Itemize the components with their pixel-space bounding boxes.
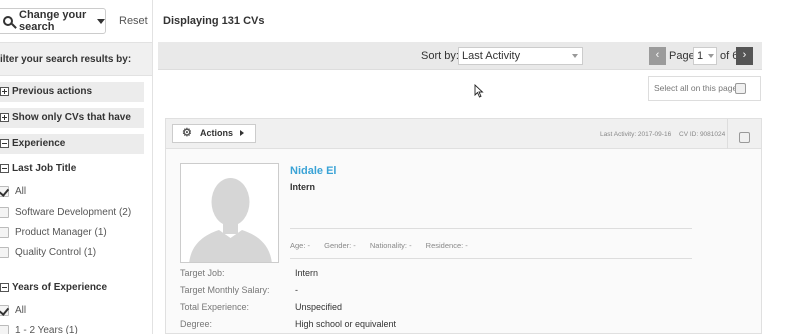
divider (290, 258, 692, 259)
expand-icon (0, 87, 9, 96)
sort-select[interactable]: Last Activity (458, 47, 583, 65)
section-show-only[interactable]: Show only CVs that have (0, 108, 144, 128)
section-label: Show only CVs that have (12, 112, 131, 123)
section-label: Previous actions (12, 86, 93, 97)
sort-by-label: Sort by: (421, 50, 459, 62)
nationality: Nationality: - (369, 241, 412, 250)
option-label: All (15, 305, 27, 316)
subsection-years-of-experience[interactable]: Years of Experience (0, 282, 107, 293)
demographics: Age: - Gender: - Nationality: - Residenc… (290, 241, 480, 250)
field-label-experience: Total Experience: (180, 302, 250, 312)
collapse-icon (0, 164, 9, 173)
residence: Residence: - (425, 241, 468, 250)
reset-link[interactable]: Reset (119, 15, 148, 27)
mouse-cursor-icon (474, 84, 484, 98)
field-label-degree: Degree: (180, 319, 213, 329)
filter-sidebar: ilter your search results by: Previous a… (0, 42, 152, 334)
sidebar-divider (152, 0, 153, 334)
dropdown-arrow-icon (708, 54, 714, 58)
filter-heading: ilter your search results by: (0, 42, 152, 76)
filter-option[interactable]: 1 - 2 Years (1) (0, 325, 78, 334)
avatar (180, 163, 279, 263)
option-label: Quality Control (1) (15, 247, 97, 258)
gender: Gender: - (324, 241, 356, 250)
results-count: Displaying 131 CVs (163, 15, 265, 27)
checkbox[interactable] (0, 325, 9, 334)
age: Age: - (290, 241, 311, 250)
candidate-name-link[interactable]: Nidale El (290, 165, 336, 177)
subsection-label: Last Job Title (12, 163, 77, 174)
change-search-button[interactable]: Change your search (0, 8, 106, 34)
filter-option-all[interactable]: All (0, 186, 26, 197)
prev-page-button[interactable]: ‹ (649, 47, 666, 65)
checkbox[interactable] (0, 305, 9, 316)
field-value-experience: Unspecified (295, 302, 343, 312)
field-value-salary: - (295, 285, 298, 295)
gear-icon: ⚙ (182, 127, 192, 139)
field-label-target-job: Target Job: (180, 268, 225, 278)
dropdown-arrow-icon (572, 54, 578, 58)
page-select[interactable]: 1 (693, 47, 717, 65)
sort-bar: Sort by: Last Activity ‹ Page 1 of 6 › (158, 42, 762, 70)
option-label: All (15, 186, 27, 197)
actions-label: Actions (200, 128, 234, 138)
section-experience[interactable]: Experience (0, 134, 144, 154)
header-divider (727, 119, 728, 149)
filter-option-all[interactable]: All (0, 305, 26, 316)
checkbox[interactable] (0, 227, 9, 238)
sort-value: Last Activity (462, 50, 521, 62)
option-label: Product Manager (1) (15, 227, 107, 238)
page-label: Page (669, 50, 695, 62)
option-label: 1 - 2 Years (1) (15, 325, 78, 334)
search-icon (3, 16, 13, 26)
filter-option[interactable]: Software Development (2) (0, 207, 131, 218)
select-all-box: Select all on this page (648, 76, 761, 101)
checkbox[interactable] (0, 247, 9, 258)
cv-id: CV ID: 9081024 (679, 131, 726, 138)
field-label-salary: Target Monthly Salary: (180, 285, 270, 295)
cv-select-checkbox[interactable] (739, 132, 750, 143)
change-search-label: Change your search (19, 9, 87, 33)
caret-right-icon (240, 130, 244, 136)
actions-button[interactable]: ⚙ Actions (172, 124, 256, 143)
field-value-target-job: Intern (295, 268, 319, 278)
section-previous-actions[interactable]: Previous actions (0, 82, 144, 102)
cv-card: ⚙ Actions Last Activity: 2017-09-16 CV I… (165, 118, 762, 334)
collapse-icon (0, 139, 9, 148)
page-value: 1 (697, 50, 704, 62)
collapse-icon (0, 283, 9, 292)
cv-card-header: ⚙ Actions Last Activity: 2017-09-16 CV I… (166, 119, 761, 149)
checkbox[interactable] (0, 207, 9, 218)
divider (290, 228, 692, 229)
caret-down-icon (97, 18, 105, 24)
filter-option[interactable]: Quality Control (1) (0, 247, 96, 258)
section-label: Experience (12, 138, 66, 149)
cv-meta: Last Activity: 2017-09-16 CV ID: 9081024 (600, 131, 731, 138)
last-activity: Last Activity: 2017-09-16 (600, 131, 672, 138)
candidate-job-title: Intern (290, 182, 316, 192)
select-all-label: Select all on this page (654, 83, 738, 93)
select-all-checkbox[interactable] (735, 83, 746, 94)
person-silhouette-icon (181, 164, 278, 262)
field-value-degree: High school or equivalent (295, 319, 397, 329)
expand-icon (0, 113, 9, 122)
subsection-label: Years of Experience (12, 282, 108, 293)
filter-option[interactable]: Product Manager (1) (0, 227, 107, 238)
next-page-button[interactable]: › (736, 47, 753, 65)
top-toolbar: Change your search Reset Displaying 131 … (0, 0, 800, 42)
subsection-last-job-title[interactable]: Last Job Title (0, 163, 76, 174)
checkbox[interactable] (0, 186, 9, 197)
option-label: Software Development (2) (15, 207, 132, 218)
